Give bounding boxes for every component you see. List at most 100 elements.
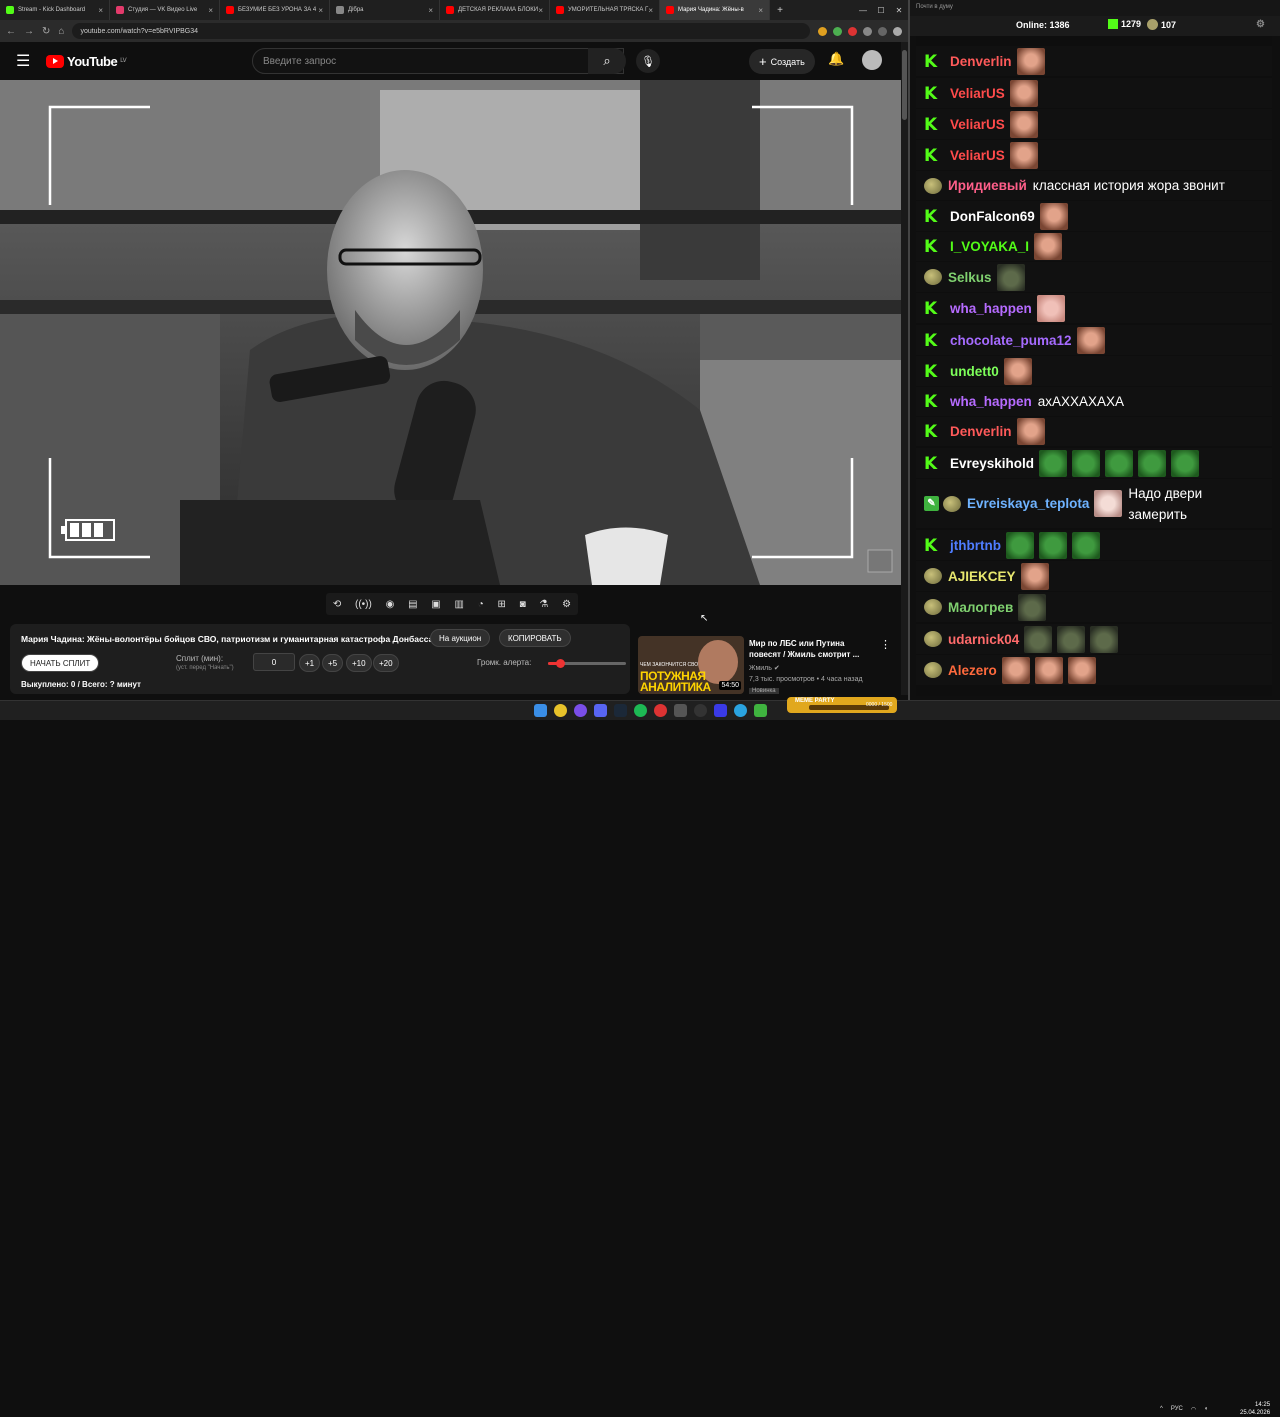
chat-username[interactable]: Alezero <box>948 663 997 678</box>
chat-username[interactable]: DonFalcon69 <box>950 209 1035 224</box>
chat-username[interactable]: udarnick04 <box>948 632 1019 647</box>
browser-tab[interactable]: Stream - Kick Dashboard × <box>0 0 110 20</box>
youtube-logo[interactable]: YouTube LV <box>46 54 127 69</box>
increment-button[interactable]: +20 <box>373 654 399 672</box>
browser-tab[interactable]: УМОРИТЕЛЬНАЯ ТРЯСКА Г × <box>550 0 660 20</box>
discord-icon[interactable] <box>594 704 607 717</box>
video-player[interactable] <box>0 80 901 585</box>
browser-tab[interactable]: Мария Чадина: Жёны-в × <box>660 0 770 20</box>
forward-icon[interactable]: → <box>24 26 34 37</box>
firefox-icon[interactable] <box>574 704 587 717</box>
download-icon[interactable] <box>878 26 887 36</box>
extension-icon[interactable] <box>848 26 857 36</box>
menu-icon[interactable]: ☰ <box>16 51 46 71</box>
extension-icon[interactable] <box>833 26 842 36</box>
scrollbar-thumb[interactable] <box>902 50 907 120</box>
extension-icon[interactable] <box>863 26 872 36</box>
chat-username[interactable]: I_VOYAKA_I <box>950 239 1029 254</box>
increment-button[interactable]: +5 <box>322 654 344 672</box>
clock[interactable]: 14:25 25.04.2026 <box>1240 1401 1270 1417</box>
chat-username[interactable]: Малогрев <box>948 600 1013 615</box>
obs-icon[interactable] <box>694 704 707 717</box>
notifications-icon[interactable]: 🔔 <box>828 51 844 67</box>
browser-tab[interactable]: Студия — VK Видео Live × <box>110 0 220 20</box>
close-tab-icon[interactable]: × <box>318 6 323 15</box>
search-input[interactable]: Введите запрос <box>252 48 624 74</box>
chat-username[interactable]: VeliarUS <box>950 86 1005 101</box>
steam-icon[interactable] <box>614 704 627 717</box>
chat-username[interactable]: undett0 <box>950 364 999 379</box>
film-icon[interactable]: ▤ <box>408 599 417 610</box>
close-tab-icon[interactable]: × <box>428 6 433 15</box>
broadcast-icon[interactable]: ((•)) <box>355 599 372 610</box>
browser-tab[interactable]: Дібра × <box>330 0 440 20</box>
auction-button[interactable]: На аукцион <box>430 629 491 647</box>
frames-icon[interactable]: ▥ <box>454 599 463 610</box>
chat-username[interactable]: Evreiskaya_teplota <box>967 496 1089 511</box>
chat-username[interactable]: wha_happen <box>950 301 1032 316</box>
chrome-icon[interactable] <box>554 704 567 717</box>
page-scrollbar[interactable] <box>901 42 908 695</box>
chat-username[interactable]: VeliarUS <box>950 148 1005 163</box>
player-icon[interactable] <box>714 704 727 717</box>
chevron-up-icon[interactable]: ^ <box>1160 1406 1163 1413</box>
telegram-icon[interactable] <box>734 704 747 717</box>
wifi-icon[interactable]: ◠ <box>1191 1406 1196 1413</box>
flask-icon[interactable]: ⚗ <box>539 599 548 610</box>
split-input[interactable]: 0 <box>253 653 295 671</box>
loop-icon[interactable]: ⟲ <box>333 599 341 610</box>
chat-username[interactable]: jthbrtnb <box>950 538 1001 553</box>
increment-button[interactable]: +1 <box>299 654 321 672</box>
spotify-icon[interactable] <box>634 704 647 717</box>
url-field[interactable]: youtube.com/watch?v=e5bRVIPBG34 <box>72 23 810 39</box>
more-options-icon[interactable]: ⋮ <box>880 638 891 651</box>
close-tab-icon[interactable]: × <box>648 6 653 15</box>
reload-icon[interactable]: ↻ <box>42 26 50 37</box>
language-indicator[interactable]: РУС <box>1171 1406 1183 1413</box>
chat-username[interactable]: Evreyskihold <box>950 456 1034 471</box>
browser-tab[interactable]: БЕЗУМИЕ БЕЗ УРОНА ЗА 4 × <box>220 0 330 20</box>
app-icon[interactable] <box>674 704 687 717</box>
recommended-video[interactable]: ЧЕМ ЗАКОНЧИТСЯ СВО ПОТУЖНАЯ АНАЛИТИКА 54… <box>638 636 908 696</box>
app-icon[interactable] <box>654 704 667 717</box>
chat-username[interactable]: VeliarUS <box>950 117 1005 132</box>
chat-username[interactable]: chocolate_puma12 <box>950 333 1072 348</box>
volume-knob[interactable] <box>555 659 565 668</box>
extension-icon[interactable] <box>818 26 827 36</box>
chat-username[interactable]: Selkus <box>948 270 992 285</box>
close-tab-icon[interactable]: × <box>208 6 213 15</box>
channel-name[interactable]: Жмиль ✔ <box>749 664 780 672</box>
maximize-button[interactable]: ☐ <box>872 6 890 15</box>
start-split-button[interactable]: НАЧАТЬ СПЛИТ <box>21 654 100 672</box>
copy-button[interactable]: КОПИРОВАТЬ <box>499 629 571 647</box>
voice-search-button[interactable]: 🎙 <box>636 49 660 73</box>
chat-feed[interactable]: Denverlin VeliarUS VeliarUS VeliarUS Иридиев… <box>916 36 1272 696</box>
app-icon[interactable] <box>754 704 767 717</box>
back-icon[interactable]: ← <box>6 26 16 37</box>
volume-slider[interactable] <box>548 659 626 668</box>
chat-username[interactable]: AJIEKCEY <box>948 569 1016 584</box>
search-button[interactable]: ⌕ <box>588 48 626 74</box>
speed-icon[interactable]: ◔ <box>478 599 484 610</box>
close-tab-icon[interactable]: × <box>758 6 763 15</box>
gear-icon[interactable]: ⚙ <box>562 599 571 610</box>
avatar[interactable] <box>862 50 882 70</box>
home-icon[interactable]: ⌂ <box>58 26 64 37</box>
chat-settings-icon[interactable]: ⚙ <box>1256 19 1265 30</box>
pip-icon[interactable]: ▣ <box>431 599 440 610</box>
profile-icon[interactable] <box>893 26 902 36</box>
increment-button[interactable]: +10 <box>346 654 372 672</box>
watch-icon[interactable]: ◉ <box>386 599 395 610</box>
chat-username[interactable]: Иридиевый <box>948 178 1027 193</box>
minimize-button[interactable]: — <box>854 6 872 15</box>
windows-start-icon[interactable] <box>534 704 547 717</box>
chat-username[interactable]: Denverlin <box>950 54 1012 69</box>
close-window-button[interactable]: ✕ <box>890 6 908 15</box>
volume-icon[interactable]: ◖ <box>1204 1406 1208 1413</box>
camera-icon[interactable]: ◙ <box>520 599 526 610</box>
create-button[interactable]: + Создать <box>749 49 815 74</box>
chat-username[interactable]: wha_happen <box>950 394 1032 409</box>
chat-username[interactable]: Denverlin <box>950 424 1012 439</box>
browser-tab[interactable]: ДЕТСКАЯ РЕКЛАМА БЛОКИ × <box>440 0 550 20</box>
recommended-title[interactable]: Мир по ЛБС или Путина повесят / Жмиль см… <box>749 638 874 660</box>
